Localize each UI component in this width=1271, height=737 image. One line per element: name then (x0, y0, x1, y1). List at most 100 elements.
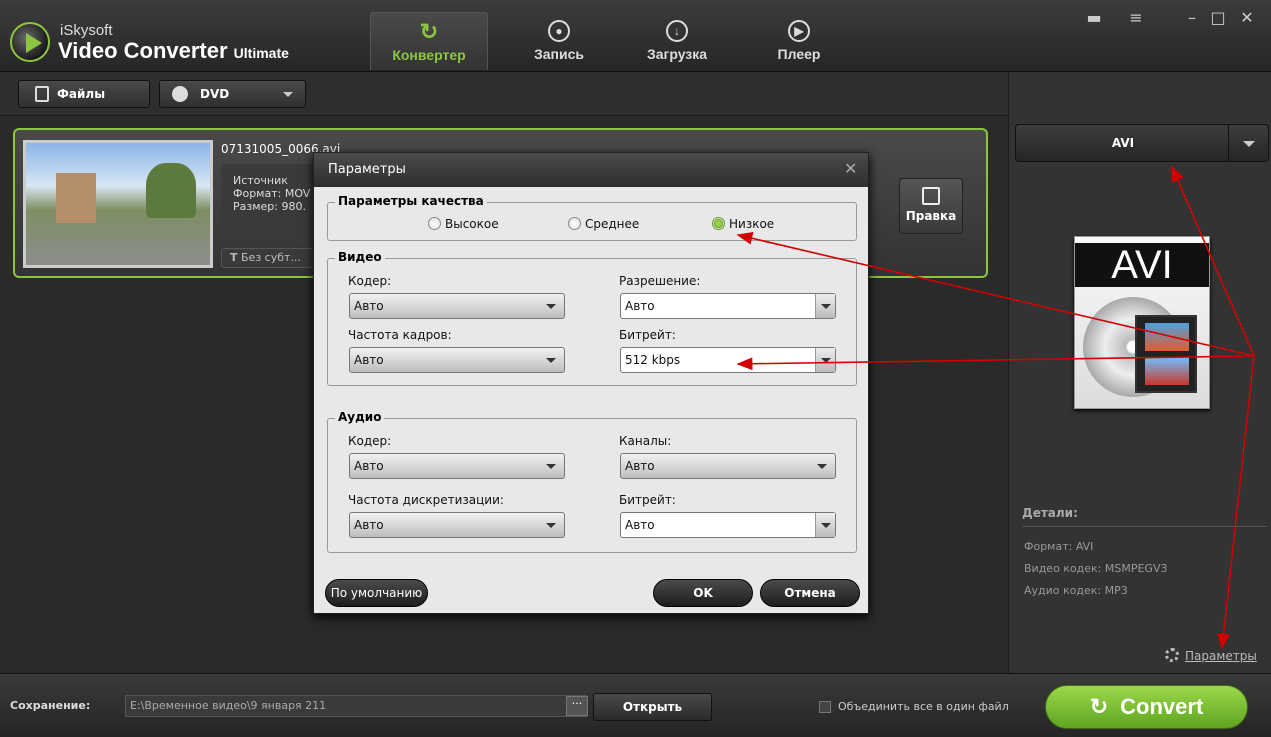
tab-converter[interactable]: ↻ Конвертер (370, 12, 488, 70)
play-icon: ▶ (788, 20, 810, 42)
add-file-icon (35, 86, 49, 102)
load-dvd-label: DVD (200, 87, 230, 101)
chevron-down-icon (817, 464, 827, 469)
record-icon: ● (548, 20, 570, 42)
title-bar: iSkysoft Video Converter Ultimate ↻ Конв… (0, 0, 1271, 72)
ok-button[interactable]: OK (653, 579, 753, 607)
video-framerate-select[interactable]: Авто (349, 347, 565, 373)
audio-group-title: Аудио (335, 410, 385, 424)
detail-format: Формат: AVI (1024, 540, 1094, 553)
audio-encoder-select[interactable]: Авто (349, 453, 565, 479)
quality-medium-label: Среднее (585, 217, 640, 231)
quality-high-radio[interactable]: Высокое (428, 217, 499, 231)
audio-samplerate-select[interactable]: Авто (349, 512, 565, 538)
pencil-icon (922, 187, 940, 205)
chevron-down-icon[interactable] (283, 92, 293, 97)
quality-group-title: Параметры качества (335, 194, 487, 208)
audio-encoder-label: Кодер: (348, 434, 392, 448)
radio-icon (568, 217, 581, 230)
audio-encoder-value: Авто (354, 459, 384, 473)
chevron-down-icon (546, 523, 556, 528)
quality-high-label: Высокое (445, 217, 499, 231)
film-strip-icon (1135, 315, 1197, 393)
video-encoder-select[interactable]: Авто (349, 293, 565, 319)
minimize-icon[interactable]: – (1181, 8, 1203, 28)
open-folder-button[interactable]: Открыть (593, 693, 712, 721)
chevron-down-icon[interactable] (1228, 125, 1268, 161)
maximize-icon[interactable]: □ (1207, 8, 1229, 28)
video-group: Видео Кодер: Авто Разрешение: Авто Часто… (327, 250, 857, 386)
app-logo-icon (10, 22, 50, 62)
video-bitrate-select[interactable]: 512 kbps (620, 347, 836, 373)
feedback-icon[interactable]: ▬ (1083, 8, 1105, 28)
subtitle-icon: T (230, 251, 238, 264)
tab-record[interactable]: ● Запись (500, 12, 618, 70)
video-encoder-value: Авто (354, 299, 384, 313)
add-files-label: Файлы (57, 87, 106, 101)
audio-bitrate-select[interactable]: Авто (620, 512, 836, 538)
audio-channels-label: Каналы: (619, 434, 672, 448)
tab-download[interactable]: ↓ Загрузка (618, 12, 736, 70)
quality-low-label: Низкое (729, 217, 775, 231)
chevron-down-icon (546, 464, 556, 469)
radio-selected-icon (712, 217, 725, 230)
merge-checkbox[interactable] (819, 701, 831, 713)
output-panel: AVI AVI Детали: Формат: AVI Видео кодек:… (1008, 72, 1271, 673)
download-icon: ↓ (666, 20, 688, 42)
video-resolution-label: Разрешение: (619, 274, 701, 288)
add-files-button[interactable]: Файлы (18, 80, 150, 108)
video-bitrate-label: Битрейт: (619, 328, 676, 342)
edit-button[interactable]: Правка (899, 178, 963, 234)
format-icon-label: AVI (1075, 243, 1209, 287)
details-divider (1022, 526, 1267, 527)
output-format-value: AVI (1111, 136, 1135, 150)
video-framerate-value: Авто (354, 353, 384, 367)
dialog-header: Параметры ✕ (314, 153, 868, 187)
tab-record-label: Запись (533, 46, 584, 62)
audio-group: Аудио Кодер: Авто Каналы: Авто Частота д… (327, 410, 857, 553)
save-path-field[interactable]: E:\Временное видео\9 января 211 (125, 695, 587, 717)
detail-video-codec: Видео кодек: MSMPEGV3 (1024, 562, 1168, 575)
close-icon[interactable]: ✕ (844, 159, 857, 178)
audio-channels-select[interactable]: Авто (620, 453, 836, 479)
chevron-down-icon (546, 358, 556, 363)
chevron-down-icon (815, 294, 835, 318)
dvd-icon (172, 86, 188, 102)
output-format-select[interactable]: AVI (1015, 124, 1269, 162)
convert-label: Convert (1120, 694, 1204, 719)
video-resolution-value: Авто (625, 299, 655, 313)
quality-group: Параметры качества Высокое Среднее Низко… (327, 194, 857, 241)
cancel-button[interactable]: Отмена (760, 579, 860, 607)
parameters-link[interactable]: Параметры (1165, 648, 1257, 663)
close-icon[interactable]: ✕ (1236, 8, 1258, 28)
convert-icon: ↻ (419, 19, 439, 44)
video-bitrate-value: 512 kbps (625, 353, 681, 367)
toolbar: Файлы DVD (0, 72, 1007, 116)
avi-format-icon: AVI (1074, 236, 1210, 409)
video-encoder-label: Кодер: (348, 274, 392, 288)
quality-medium-radio[interactable]: Среднее (568, 217, 639, 231)
reset-default-button[interactable]: По умолчанию (325, 579, 428, 607)
brand-product: Video Converter (58, 38, 228, 63)
gear-icon (1165, 648, 1179, 662)
video-framerate-label: Частота кадров: (348, 328, 452, 342)
load-dvd-button[interactable]: DVD (159, 80, 306, 108)
tab-player-label: Плеер (777, 46, 821, 62)
convert-button[interactable]: ↻ Convert (1045, 685, 1248, 729)
browse-button[interactable]: ··· (566, 696, 588, 716)
video-group-title: Видео (335, 250, 385, 264)
brand-name: Video Converter Ultimate (58, 38, 289, 64)
parameters-dialog: Параметры ✕ Параметры качества Высокое С… (313, 152, 869, 614)
quality-low-radio[interactable]: Низкое (712, 217, 774, 231)
save-label: Сохранение: (10, 699, 91, 712)
video-thumbnail[interactable] (23, 140, 213, 268)
details-title: Детали: (1022, 506, 1078, 520)
chevron-down-icon (815, 513, 835, 537)
menu-icon[interactable]: ≡ (1125, 8, 1147, 28)
chevron-down-icon (815, 348, 835, 372)
brand-edition: Ultimate (233, 45, 289, 61)
video-resolution-select[interactable]: Авто (620, 293, 836, 319)
dialog-title: Параметры (328, 162, 406, 177)
audio-samplerate-label: Частота дискретизации: (348, 493, 504, 507)
tab-player[interactable]: ▶ Плеер (740, 12, 858, 70)
